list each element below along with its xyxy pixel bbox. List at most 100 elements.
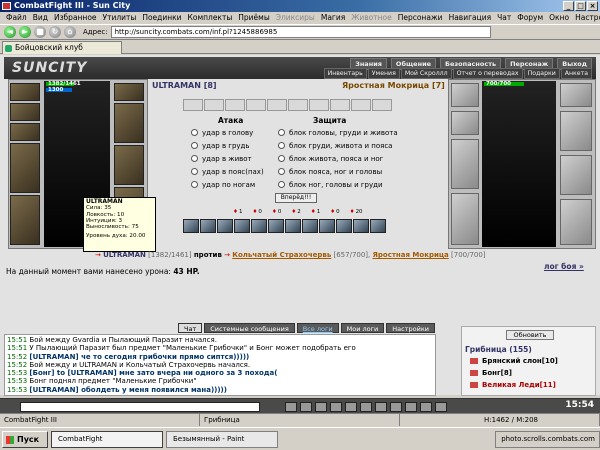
chat-input[interactable]: [20, 402, 260, 412]
nav-link[interactable]: Отчет о переводах: [452, 68, 523, 79]
tab-fight-club[interactable]: Бойцовский клуб: [2, 41, 122, 54]
defense-radio[interactable]: [278, 129, 285, 136]
tool-icon[interactable]: [315, 402, 327, 412]
menu-item[interactable]: Животное: [351, 12, 391, 24]
skill-icon[interactable]: [285, 219, 301, 233]
close-button[interactable]: ×: [587, 1, 598, 11]
spell-slot[interactable]: [372, 99, 392, 111]
tool-icon[interactable]: [435, 402, 447, 412]
chat-tab[interactable]: Настройки: [386, 323, 435, 333]
address-input[interactable]: http://suncity.combats.com/inf.pl?124588…: [110, 26, 491, 38]
nav-link[interactable]: Инвентарь: [323, 68, 367, 79]
skill-icon[interactable]: [302, 219, 318, 233]
attack-radio[interactable]: [191, 142, 198, 149]
home-icon[interactable]: ⌂: [64, 26, 76, 38]
taskbar-item[interactable]: CombatFight: [51, 430, 163, 448]
chat-time[interactable]: 15:51: [7, 336, 27, 344]
attack-option[interactable]: удар по ногам: [191, 179, 255, 190]
skill-icon[interactable]: [234, 219, 250, 233]
refresh-button[interactable]: Обновить: [506, 330, 554, 340]
tool-icon[interactable]: [360, 402, 372, 412]
attack-option[interactable]: удар в пояс(пах): [191, 166, 264, 177]
menu-item[interactable]: Персонажи: [398, 12, 443, 24]
menu-item[interactable]: Эликсиры: [276, 12, 315, 24]
skill-icon[interactable]: [353, 219, 369, 233]
refresh-icon[interactable]: ↻: [49, 26, 61, 38]
skill-icon[interactable]: [268, 219, 284, 233]
attack-radio[interactable]: [191, 129, 198, 136]
nav-link[interactable]: Анкета: [560, 68, 592, 79]
menu-item[interactable]: Избранное: [54, 12, 97, 24]
skill-icon[interactable]: [251, 219, 267, 233]
attack-option[interactable]: удар в грудь: [191, 140, 250, 151]
vs-foe-2[interactable]: Яростная Мокрица: [373, 251, 449, 259]
chat-log[interactable]: 15:51 Бой между Gvardia и Пылающий Параз…: [4, 334, 436, 396]
defense-radio[interactable]: [278, 155, 285, 162]
vs-foe-1[interactable]: Кольчатый Страхочервь: [232, 251, 331, 259]
menu-item[interactable]: Магия: [321, 12, 345, 24]
chat-tab[interactable]: Чат: [178, 323, 203, 333]
menu-item[interactable]: Файл: [6, 12, 27, 24]
spell-slot[interactable]: [204, 99, 224, 111]
weapon-slot[interactable]: [10, 143, 40, 193]
attack-option[interactable]: удар в голову: [191, 127, 253, 138]
fight-log-link[interactable]: лог боя »: [544, 262, 584, 271]
spell-slot[interactable]: [351, 99, 371, 111]
chat-time[interactable]: 15:52: [7, 361, 27, 369]
spell-slot[interactable]: [288, 99, 308, 111]
tool-icon[interactable]: [330, 402, 342, 412]
vs-ally[interactable]: ULTRAMAN: [103, 251, 146, 259]
skill-icon[interactable]: [200, 219, 216, 233]
skill-icon[interactable]: [319, 219, 335, 233]
player-list-item[interactable]: Брянский слон[10]: [470, 357, 558, 365]
skill-icon[interactable]: [336, 219, 352, 233]
chat-time[interactable]: 15:51: [7, 344, 27, 352]
tool-icon[interactable]: [285, 402, 297, 412]
gloves-slot[interactable]: [114, 103, 144, 143]
attack-radio[interactable]: [191, 155, 198, 162]
spell-slot[interactable]: [267, 99, 287, 111]
tool-icon[interactable]: [405, 402, 417, 412]
menu-item[interactable]: Настройки: [575, 12, 600, 24]
player-list-item[interactable]: Бонг[8]: [470, 369, 512, 377]
nav-link[interactable]: Подарки: [523, 68, 560, 79]
maximize-button[interactable]: □: [575, 1, 586, 11]
menu-item[interactable]: Поединки: [142, 12, 181, 24]
menu-item[interactable]: Форум: [517, 12, 543, 24]
attack-go-button[interactable]: Вперёд!!!: [275, 193, 317, 203]
bracer-slot[interactable]: [114, 83, 144, 101]
amulet-slot[interactable]: [10, 123, 40, 141]
attack-radio[interactable]: [191, 181, 198, 188]
attack-radio[interactable]: [191, 168, 198, 175]
chat-tab[interactable]: Все логи: [296, 323, 339, 333]
player-name[interactable]: ULTRAMAN [8]: [152, 81, 217, 90]
armor-slot[interactable]: [10, 195, 40, 245]
shield-slot[interactable]: [114, 145, 144, 185]
tool-icon[interactable]: [390, 402, 402, 412]
minimize-button[interactable]: _: [563, 1, 574, 11]
helmet-slot[interactable]: [10, 83, 40, 101]
chat-time[interactable]: 15:53: [7, 377, 27, 385]
tool-icon[interactable]: [300, 402, 312, 412]
tool-icon[interactable]: [375, 402, 387, 412]
spell-slot[interactable]: [309, 99, 329, 111]
skill-icon[interactable]: [183, 219, 199, 233]
earring-slot[interactable]: [10, 103, 40, 121]
chat-tab[interactable]: Системные сообщения: [204, 323, 295, 333]
nav-link[interactable]: Умения: [367, 68, 400, 79]
spell-slot[interactable]: [330, 99, 350, 111]
stop-icon[interactable]: ■: [34, 26, 46, 38]
spell-slot[interactable]: [246, 99, 266, 111]
defense-option[interactable]: блок груди, живота и пояса: [278, 140, 392, 151]
start-button[interactable]: Пуск: [2, 430, 48, 448]
menu-item[interactable]: Навигация: [449, 12, 492, 24]
defense-radio[interactable]: [278, 168, 285, 175]
defense-option[interactable]: блок живота, пояса и ног: [278, 153, 383, 164]
defense-option[interactable]: блок головы, груди и живота: [278, 127, 398, 138]
player-list-item[interactable]: Великая Леди[11]: [470, 381, 556, 389]
enemy-name[interactable]: Яростная Мокрица [7]: [342, 81, 445, 90]
chat-time[interactable]: 15:53: [7, 369, 27, 377]
defense-option[interactable]: блок пояса, ног и головы: [278, 166, 382, 177]
defense-radio[interactable]: [278, 142, 285, 149]
taskbar-item[interactable]: Безымянный - Paint: [166, 430, 278, 448]
